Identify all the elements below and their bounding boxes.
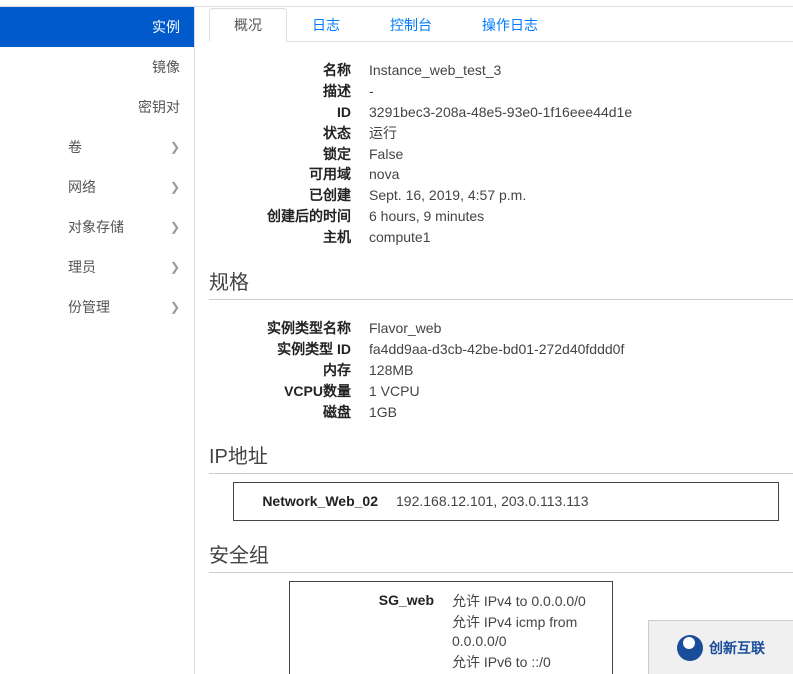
- ip-box: Network_Web_02192.168.12.101, 203.0.113.…: [233, 482, 779, 521]
- desc-val: -: [369, 82, 793, 101]
- locked-key: 锁定: [209, 145, 369, 164]
- net-val: 192.168.12.101, 203.0.113.113: [396, 492, 776, 511]
- az-key: 可用域: [209, 165, 369, 184]
- brand-logo-icon: [677, 635, 703, 661]
- id-key: ID: [209, 103, 369, 122]
- sidebar-item-object-storage[interactable]: 对象存储 ❯: [0, 207, 194, 247]
- chevron-right-icon: ❯: [170, 300, 180, 314]
- tab-overview[interactable]: 概况: [209, 8, 287, 42]
- id-val: 3291bec3-208a-48e5-93e0-1f16eee44d1e: [369, 103, 793, 122]
- footer-brand[interactable]: 创新互联: [648, 620, 793, 674]
- tab-label: 日志: [312, 17, 340, 33]
- tab-label: 控制台: [390, 17, 432, 33]
- name-key: 名称: [209, 61, 369, 80]
- locked-val: False: [369, 145, 793, 164]
- brand-text: 创新互联: [709, 638, 765, 658]
- vcpu-val: 1 VCPU: [369, 382, 793, 401]
- sidebar-item-label: 镜像: [14, 57, 180, 77]
- sg-rules: 允许 IPv4 to 0.0.0.0/0 允许 IPv4 icmp from 0…: [452, 591, 610, 674]
- created-key: 已创建: [209, 186, 369, 205]
- sidebar-item-label: 卷: [18, 137, 164, 157]
- flavor-id-val: fa4dd9aa-d3cb-42be-bd01-272d40fddd0f: [369, 340, 793, 359]
- chevron-right-icon: ❯: [170, 260, 180, 274]
- tab-console[interactable]: 控制台: [365, 8, 457, 42]
- tab-label: 概况: [234, 17, 262, 33]
- host-val: compute1: [369, 228, 793, 247]
- ip-title: IP地址: [209, 440, 793, 474]
- vcpu-key: VCPU数量: [209, 382, 369, 401]
- status-val: 运行: [369, 124, 793, 143]
- sg-rule: 允许 IPv4 to 0.0.0.0/0: [452, 591, 610, 612]
- sidebar-item-label: 实例: [14, 17, 180, 37]
- net-key: Network_Web_02: [236, 492, 396, 511]
- ram-val: 128MB: [369, 361, 793, 380]
- main-wrap: 实例 镜像 密钥对 卷 ❯ 网络 ❯ 对象存储 ❯ 理员 ❯ 份管理 ❯: [0, 7, 793, 674]
- content: 概况 日志 控制台 操作日志 名称Instance_web_test_3 描述-…: [195, 7, 793, 674]
- sidebar-item-label: 密钥对: [14, 97, 180, 117]
- flavor-name-key: 实例类型名称: [209, 319, 369, 338]
- tabs: 概况 日志 控制台 操作日志: [209, 7, 793, 42]
- sg-rule: 允许 IPv6 to ::/0: [452, 652, 610, 673]
- sidebar-item-label: 网络: [18, 177, 164, 197]
- sg-box: SG_web 允许 IPv4 to 0.0.0.0/0 允许 IPv4 icmp…: [289, 581, 613, 674]
- tab-log[interactable]: 日志: [287, 8, 365, 42]
- disk-val: 1GB: [369, 403, 793, 422]
- az-val: nova: [369, 165, 793, 184]
- spec-title: 规格: [209, 266, 793, 300]
- ram-key: 内存: [209, 361, 369, 380]
- desc-key: 描述: [209, 82, 369, 101]
- chevron-right-icon: ❯: [170, 180, 180, 194]
- name-val: Instance_web_test_3: [369, 61, 793, 80]
- sidebar-item-network[interactable]: 网络 ❯: [0, 167, 194, 207]
- sg-title: 安全组: [209, 539, 793, 573]
- sidebar-item-label: 理员: [18, 257, 164, 277]
- sidebar-item-label: 份管理: [18, 297, 164, 317]
- flavor-id-key: 实例类型 ID: [209, 340, 369, 359]
- since-key: 创建后的时间: [209, 207, 369, 226]
- sidebar-item-instances[interactable]: 实例: [0, 7, 194, 47]
- basic-section: 名称Instance_web_test_3 描述- ID3291bec3-208…: [209, 60, 793, 248]
- chevron-right-icon: ❯: [170, 140, 180, 154]
- disk-key: 磁盘: [209, 403, 369, 422]
- status-key: 状态: [209, 124, 369, 143]
- sidebar-item-admin[interactable]: 理员 ❯: [0, 247, 194, 287]
- sidebar-item-images[interactable]: 镜像: [0, 47, 194, 87]
- sidebar: 实例 镜像 密钥对 卷 ❯ 网络 ❯ 对象存储 ❯ 理员 ❯ 份管理 ❯: [0, 7, 195, 674]
- top-bar: [0, 0, 793, 7]
- flavor-name-val: Flavor_web: [369, 319, 793, 338]
- spec-section: 实例类型名称Flavor_web 实例类型 IDfa4dd9aa-d3cb-42…: [209, 318, 793, 422]
- sg-rule: 允许 IPv4 icmp from 0.0.0.0/0: [452, 612, 610, 652]
- tab-label: 操作日志: [482, 17, 538, 33]
- sidebar-item-identity[interactable]: 份管理 ❯: [0, 287, 194, 327]
- tab-action-log[interactable]: 操作日志: [457, 8, 563, 42]
- sidebar-item-keypairs[interactable]: 密钥对: [0, 87, 194, 127]
- host-key: 主机: [209, 228, 369, 247]
- since-val: 6 hours, 9 minutes: [369, 207, 793, 226]
- created-val: Sept. 16, 2019, 4:57 p.m.: [369, 186, 793, 205]
- chevron-right-icon: ❯: [170, 220, 180, 234]
- sg-key: SG_web: [292, 591, 452, 610]
- sidebar-item-volumes[interactable]: 卷 ❯: [0, 127, 194, 167]
- sidebar-item-label: 对象存储: [18, 217, 164, 237]
